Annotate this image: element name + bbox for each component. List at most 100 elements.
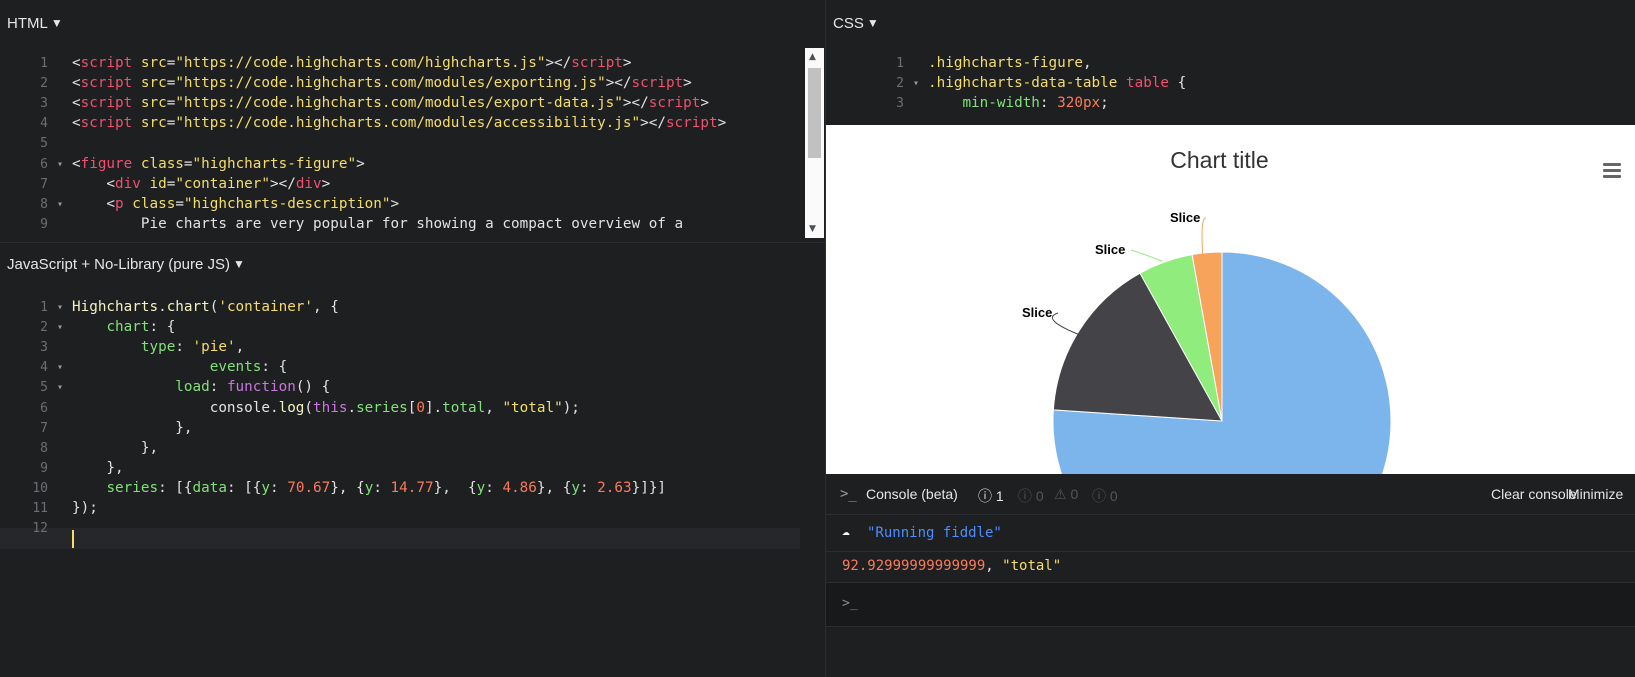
caret-down-icon[interactable]: ▼	[233, 257, 245, 271]
code-token: },	[72, 419, 193, 436]
code-token: </	[648, 115, 666, 132]
caret-down-icon[interactable]: ▼	[867, 16, 879, 30]
code-token: console.	[72, 399, 279, 416]
code-token: .highcharts-data-table	[928, 75, 1118, 92]
console-toolbar: >_ Console (beta) ⓘ 1 ⓘ 0 ⚠ 0 ⓘ 0 Clear …	[826, 474, 1635, 515]
code-token: min-width	[962, 95, 1040, 112]
code-token: figure	[80, 155, 133, 172]
warn-count[interactable]: ⓘ 0	[1018, 486, 1044, 506]
code-text: <script src="https://code.highcharts.com…	[72, 73, 692, 94]
code-text: min-width: 320px;	[928, 93, 1108, 114]
code-token: script	[648, 95, 701, 112]
label-connector	[1130, 249, 1163, 262]
log-separator: ,	[985, 558, 1003, 574]
slice-label: Slice	[1170, 210, 1200, 225]
code-text: chart: {	[72, 317, 175, 338]
code-token: .	[158, 299, 167, 315]
scroll-up-icon[interactable]: ▲	[809, 52, 816, 62]
code-token: "https://code.highcharts.com/highcharts.…	[175, 55, 546, 71]
line-number: 6	[40, 156, 48, 172]
code-token: chart	[166, 299, 210, 315]
code-token: : [{	[226, 479, 262, 496]
html-editor-scrollbar[interactable]: ▲ ▼	[805, 48, 824, 238]
fold-toggle-icon[interactable]: ▾	[57, 297, 63, 318]
code-token: data	[192, 479, 227, 496]
code-text: Highcharts.chart('container', {	[72, 297, 339, 318]
scroll-down-icon[interactable]: ▼	[809, 224, 816, 234]
js-code-editor[interactable]: 1 ▾ Highcharts.chart('container', {2 ▾ char…	[0, 297, 800, 557]
running-message: "Running fiddle"	[867, 525, 1002, 541]
code-token: }, {	[330, 479, 365, 496]
code-token: >	[717, 115, 727, 132]
code-token: this	[313, 399, 348, 416]
code-token: });	[72, 500, 98, 516]
line-number: 5	[40, 136, 48, 152]
error-count-value: 1	[995, 488, 1004, 504]
html-panel-header[interactable]: HTML ▼	[0, 0, 825, 46]
line-number: 10	[32, 480, 48, 496]
code-token: Highcharts	[72, 299, 159, 315]
code-token: script	[571, 55, 623, 71]
code-token: 'container'	[218, 299, 314, 315]
css-code-editor[interactable]: 1 .highcharts-figure, 2 ▾ .highcharts-data-t…	[856, 53, 1626, 125]
code-text: <div id="container"></div>	[72, 174, 330, 195]
code-token: ].	[424, 399, 443, 416]
code-token: >	[622, 55, 632, 71]
caret-down-icon[interactable]: ▼	[51, 16, 63, 30]
line-number: 9	[40, 460, 48, 476]
line-number: 11	[32, 501, 48, 516]
fold-toggle-icon[interactable]: ▾	[57, 154, 63, 175]
code-token: </	[631, 95, 649, 112]
minimize-console-button[interactable]: Minimize	[1568, 486, 1623, 502]
line-number: 2	[40, 76, 48, 92]
console-input[interactable]: >_	[826, 583, 1635, 627]
fold-toggle-icon[interactable]: ▾	[57, 317, 63, 338]
code-token: src	[132, 95, 167, 112]
code-token: {	[1169, 75, 1187, 92]
html-panel-title: HTML	[7, 14, 48, 32]
fold-toggle-icon[interactable]: ▾	[57, 194, 63, 215]
line-number: 8	[40, 440, 48, 456]
code-token: :	[373, 479, 391, 496]
line-number: 4	[40, 360, 48, 376]
code-token: : [{	[158, 479, 193, 496]
js-panel-header[interactable]: JavaScript + No-Library (pure JS) ▼	[0, 243, 825, 285]
clear-console-button[interactable]: Clear console	[1491, 486, 1577, 502]
code-token: }]}]	[631, 479, 667, 496]
error-icon: ⓘ	[978, 488, 992, 504]
code-token: }, {	[536, 479, 572, 496]
code-token: src	[132, 55, 167, 71]
code-token: 70.67	[287, 479, 331, 496]
code-token: y	[261, 479, 271, 496]
code-token: ></	[270, 175, 296, 192]
code-text: type: 'pie',	[72, 337, 244, 358]
code-token: "container"	[175, 175, 270, 192]
code-text: .highcharts-data-table table {	[928, 73, 1186, 94]
html-code-editor[interactable]: 1 <script src="https://code.highcharts.co…	[0, 53, 800, 242]
code-token: script	[80, 55, 133, 71]
code-token: 0	[416, 399, 425, 416]
css-panel-header[interactable]: CSS ▼	[826, 0, 1635, 46]
slice-label: Slice	[1022, 305, 1052, 320]
console-info-row: ☁ "Running fiddle"	[826, 516, 1635, 552]
code-text: series: [{data: [{y: 70.67}, {y: 14.77},…	[72, 478, 666, 499]
fold-toggle-icon[interactable]: ▾	[913, 73, 919, 94]
code-token: src	[132, 75, 167, 92]
alert-count[interactable]: ⚠ 0	[1054, 486, 1078, 503]
console-prompt-icon: >_	[840, 486, 857, 502]
error-count[interactable]: ⓘ 1	[978, 486, 1004, 506]
fold-toggle-icon[interactable]: ▾	[57, 377, 63, 398]
info-count-value: 0	[1109, 488, 1118, 504]
code-token: log	[278, 399, 305, 416]
scrollbar-thumb[interactable]	[808, 68, 821, 158]
info-count[interactable]: ⓘ 0	[1092, 486, 1118, 506]
code-text: console.log(this.series[0].total, "total…	[72, 398, 580, 419]
code-token: div	[115, 175, 141, 192]
code-token: 14.77	[390, 479, 434, 496]
code-token: y	[571, 479, 580, 496]
code-text: <figure class="highcharts-figure">	[72, 154, 365, 175]
code-token: script	[80, 95, 133, 112]
fold-toggle-icon[interactable]: ▾	[57, 357, 63, 378]
